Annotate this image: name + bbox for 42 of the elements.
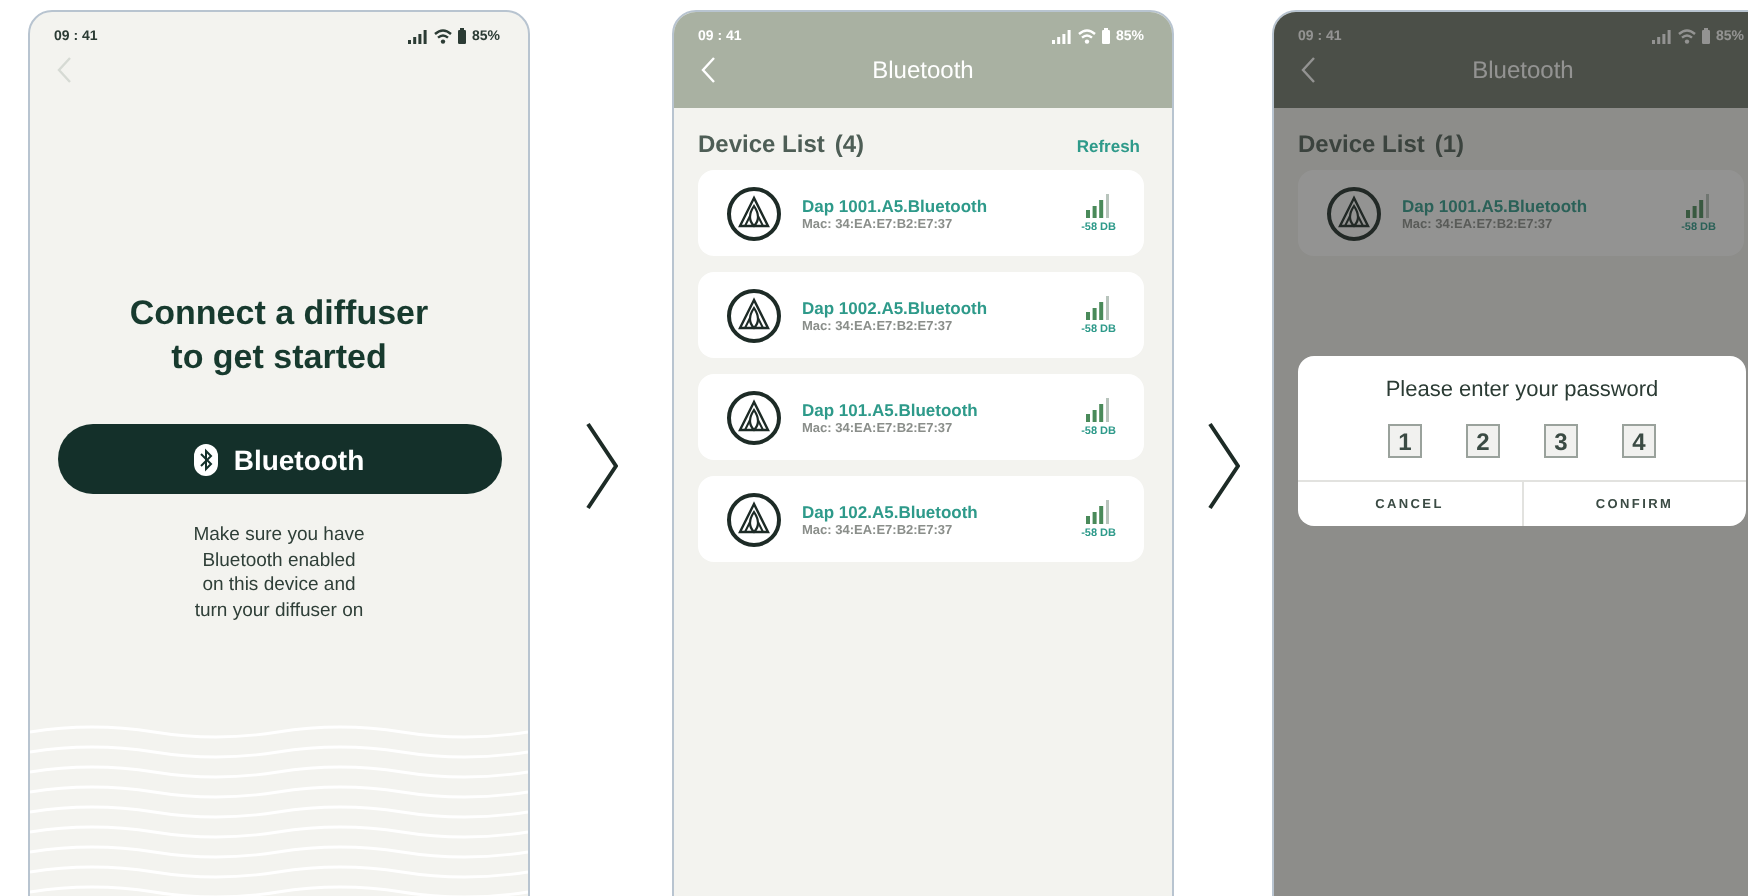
device-name: Dap 1001.A5.Bluetooth (1402, 195, 1590, 215)
chevron-right-icon (1207, 422, 1239, 510)
bluetooth-button[interactable]: Bluetooth (57, 424, 501, 494)
diffuser-logo-icon (726, 389, 782, 445)
signal-icon (407, 29, 428, 43)
screen-title: Bluetooth (1472, 56, 1574, 84)
back-icon[interactable] (56, 56, 72, 84)
signal-icon (1051, 29, 1072, 43)
battery-icon (1701, 28, 1710, 44)
bluetooth-icon (193, 443, 218, 475)
device-count: (1) (1434, 130, 1465, 158)
signal-strength-icon (1086, 499, 1111, 523)
signal-strength-icon (1086, 295, 1111, 319)
list-title: Device List (698, 130, 825, 158)
battery-icon (457, 28, 466, 44)
screen-title: Bluetooth (872, 56, 974, 84)
device-name: Dap 1001.A5.Bluetooth (802, 195, 990, 215)
wifi-icon (1077, 28, 1096, 44)
dialog-title: Please enter your password (1385, 378, 1659, 402)
device-count: (4) (834, 130, 865, 158)
digit-box[interactable]: 3 (1544, 424, 1578, 458)
heading: Connect a diffuser to get started (127, 292, 431, 380)
signal-strength-icon (1086, 193, 1111, 217)
chevron-right-icon (585, 422, 617, 510)
diffuser-logo-icon (1326, 185, 1382, 241)
instruction-text: Make sure you have Bluetooth enabled on this device and turn your diffuser on (193, 524, 365, 624)
diffuser-logo-icon (726, 491, 782, 547)
digit-box[interactable]: 1 (1388, 424, 1422, 458)
diffuser-logo-icon (726, 185, 782, 241)
signal-strength-icon (1086, 397, 1111, 421)
digit-box[interactable]: 2 (1466, 424, 1500, 458)
device-name: Dap 1002.A5.Bluetooth (802, 297, 990, 317)
device-name: Dap 101.A5.Bluetooth (802, 399, 980, 419)
device-name: Dap 102.A5.Bluetooth (802, 501, 980, 521)
wifi-icon (1677, 28, 1696, 44)
battery-icon (1101, 28, 1110, 44)
signal-icon (1651, 29, 1672, 43)
diffuser-logo-icon (726, 287, 782, 343)
digit-box[interactable]: 4 (1622, 424, 1656, 458)
wifi-icon (433, 28, 452, 44)
list-title: Device List (1298, 130, 1425, 158)
signal-strength-icon (1686, 193, 1711, 217)
